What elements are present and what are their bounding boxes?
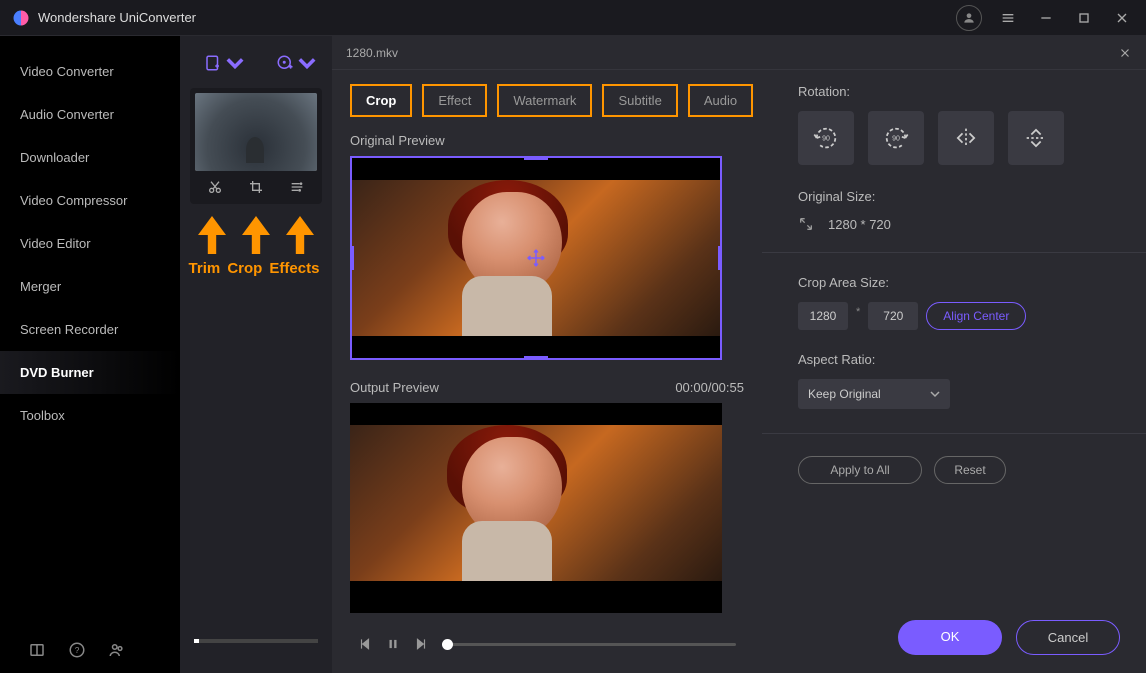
sidebar-item-label: Video Compressor: [20, 193, 127, 208]
ok-button[interactable]: OK: [898, 620, 1002, 655]
sidebar-item-merger[interactable]: Merger: [0, 265, 180, 308]
help-icon[interactable]: ?: [68, 641, 86, 659]
tab-label: Watermark: [513, 93, 576, 108]
sidebar-item-downloader[interactable]: Downloader: [0, 136, 180, 179]
file-thumbnail-card[interactable]: [190, 88, 322, 204]
sidebar-item-label: DVD Burner: [20, 365, 94, 380]
sidebar: Video Converter Audio Converter Download…: [0, 36, 180, 673]
sidebar-item-toolbox[interactable]: Toolbox: [0, 394, 180, 437]
crop-icon[interactable]: [248, 179, 264, 195]
time-display: 00:00/00:55: [675, 380, 744, 395]
effects-icon[interactable]: [289, 179, 305, 195]
annotation-arrow: [286, 216, 314, 254]
original-preview[interactable]: [350, 156, 722, 360]
editor-filename: 1280.mkv: [346, 46, 398, 60]
tab-effect[interactable]: Effect: [422, 84, 487, 117]
annotation-arrow: [198, 216, 226, 254]
sidebar-item-label: Downloader: [20, 150, 89, 165]
editor-close-icon[interactable]: [1118, 46, 1132, 60]
community-icon[interactable]: [108, 641, 126, 659]
sidebar-item-label: Audio Converter: [20, 107, 114, 122]
tab-watermark[interactable]: Watermark: [497, 84, 592, 117]
cancel-button[interactable]: Cancel: [1016, 620, 1120, 655]
queue-progress: [194, 639, 318, 643]
annotation-label-crop: Crop: [227, 260, 262, 277]
rotate-ccw-button[interactable]: 90: [798, 111, 854, 165]
flip-horizontal-button[interactable]: [938, 111, 994, 165]
sidebar-item-video-compressor[interactable]: Video Compressor: [0, 179, 180, 222]
tab-audio[interactable]: Audio: [688, 84, 753, 117]
tab-label: Effect: [438, 93, 471, 108]
tab-label: Crop: [366, 93, 396, 108]
svg-text:90: 90: [892, 135, 900, 142]
apply-to-all-button[interactable]: Apply to All: [798, 456, 922, 484]
add-disc-button[interactable]: [276, 54, 316, 72]
add-file-button[interactable]: [204, 54, 244, 72]
sidebar-item-video-editor[interactable]: Video Editor: [0, 222, 180, 265]
svg-text:?: ?: [75, 646, 80, 655]
original-size-label: Original Size:: [798, 189, 1120, 204]
pause-icon[interactable]: [386, 637, 400, 651]
app-logo-icon: [12, 9, 30, 27]
align-center-button[interactable]: Align Center: [926, 302, 1026, 330]
tab-crop[interactable]: Crop: [350, 84, 412, 117]
titlebar: Wondershare UniConverter: [0, 0, 1146, 36]
sidebar-item-label: Screen Recorder: [20, 322, 118, 337]
aspect-ratio-value: Keep Original: [808, 387, 881, 401]
annotation-label-trim: Trim: [189, 260, 221, 277]
crop-height-input[interactable]: [868, 302, 918, 330]
original-preview-label: Original Preview: [350, 133, 445, 148]
annotation-arrow: [242, 216, 270, 254]
menu-icon[interactable]: [996, 6, 1020, 30]
app-title: Wondershare UniConverter: [38, 10, 196, 25]
file-column: Trim Crop Effects: [180, 36, 332, 673]
sidebar-item-label: Video Converter: [20, 64, 114, 79]
sidebar-item-label: Merger: [20, 279, 61, 294]
move-cursor-icon: [525, 247, 547, 269]
sidebar-item-video-converter[interactable]: Video Converter: [0, 50, 180, 93]
flip-vertical-button[interactable]: [1008, 111, 1064, 165]
sidebar-item-screen-recorder[interactable]: Screen Recorder: [0, 308, 180, 351]
aspect-ratio-select[interactable]: Keep Original: [798, 379, 950, 409]
aspect-ratio-label: Aspect Ratio:: [798, 352, 1120, 367]
close-icon[interactable]: [1110, 6, 1134, 30]
tab-label: Subtitle: [618, 93, 661, 108]
output-preview: [350, 403, 722, 613]
maximize-icon[interactable]: [1072, 6, 1096, 30]
multiply-symbol: *: [856, 306, 860, 318]
crop-area-label: Crop Area Size:: [798, 275, 1120, 290]
rotate-cw-button[interactable]: 90: [868, 111, 924, 165]
annotation-label-effects: Effects: [269, 260, 319, 277]
tab-label: Audio: [704, 93, 737, 108]
crop-width-input[interactable]: [798, 302, 848, 330]
sidebar-item-label: Video Editor: [20, 236, 91, 251]
minimize-icon[interactable]: [1034, 6, 1058, 30]
editor-panel: 1280.mkv Crop Effect Watermark Subtitle …: [332, 36, 1146, 673]
tab-subtitle[interactable]: Subtitle: [602, 84, 677, 117]
guide-icon[interactable]: [28, 641, 46, 659]
rotation-label: Rotation:: [798, 84, 1120, 99]
next-frame-icon[interactable]: [414, 637, 428, 651]
playback-slider[interactable]: [442, 643, 736, 646]
sidebar-item-label: Toolbox: [20, 408, 65, 423]
sidebar-item-audio-converter[interactable]: Audio Converter: [0, 93, 180, 136]
svg-text:90: 90: [822, 135, 830, 142]
trim-icon[interactable]: [207, 179, 223, 195]
expand-icon: [798, 216, 814, 232]
original-size-value: 1280 * 720: [828, 217, 891, 232]
account-icon[interactable]: [956, 5, 982, 31]
sidebar-item-dvd-burner[interactable]: DVD Burner: [0, 351, 180, 394]
chevron-down-icon: [930, 389, 940, 399]
video-thumbnail: [195, 93, 317, 171]
reset-button[interactable]: Reset: [934, 456, 1006, 484]
prev-frame-icon[interactable]: [358, 637, 372, 651]
output-preview-label: Output Preview: [350, 380, 439, 395]
